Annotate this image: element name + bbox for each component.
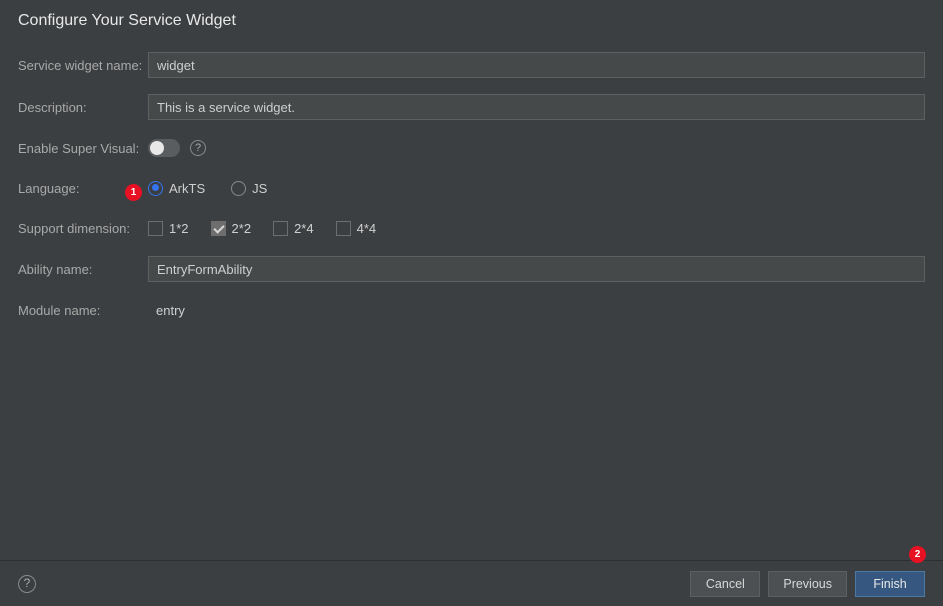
language-radio-group: ArkTS JS bbox=[148, 181, 267, 196]
checkbox-icon bbox=[148, 221, 163, 236]
checkbox-icon bbox=[336, 221, 351, 236]
callout-badge-1: 1 bbox=[125, 184, 142, 201]
checkbox-label: 4*4 bbox=[357, 221, 377, 236]
checkbox-label: 2*4 bbox=[294, 221, 314, 236]
description-label: Description: bbox=[18, 100, 148, 115]
cancel-button[interactable]: Cancel bbox=[690, 571, 760, 597]
support-dimension-label: Support dimension: bbox=[18, 221, 148, 236]
checkbox-icon bbox=[211, 221, 226, 236]
ability-name-input[interactable] bbox=[148, 256, 925, 282]
toggle-knob bbox=[150, 141, 164, 155]
help-icon[interactable]: ? bbox=[190, 140, 206, 156]
checkbox-icon bbox=[273, 221, 288, 236]
radio-icon bbox=[148, 181, 163, 196]
previous-button[interactable]: Previous bbox=[768, 571, 847, 597]
description-input[interactable] bbox=[148, 94, 925, 120]
finish-button-label: Finish bbox=[873, 577, 906, 591]
dimension-checkbox-group: 1*2 2*2 2*4 4*4 bbox=[148, 221, 376, 236]
dimension-option-2x2[interactable]: 2*2 bbox=[211, 221, 252, 236]
radio-icon bbox=[231, 181, 246, 196]
enable-super-visual-label: Enable Super Visual: bbox=[18, 141, 148, 156]
enable-super-visual-toggle[interactable] bbox=[148, 139, 180, 157]
radio-label: JS bbox=[252, 181, 267, 196]
checkbox-label: 1*2 bbox=[169, 221, 189, 236]
language-option-arkts[interactable]: ArkTS bbox=[148, 181, 205, 196]
widget-name-input[interactable] bbox=[148, 52, 925, 78]
checkbox-label: 2*2 bbox=[232, 221, 252, 236]
widget-name-label: Service widget name: bbox=[18, 58, 148, 73]
dimension-option-2x4[interactable]: 2*4 bbox=[273, 221, 314, 236]
radio-label: ArkTS bbox=[169, 181, 205, 196]
dialog-footer: ? Cancel Previous Finish 2 bbox=[0, 560, 943, 606]
module-name-value: entry bbox=[148, 303, 185, 318]
module-name-label: Module name: bbox=[18, 303, 148, 318]
footer-help-icon[interactable]: ? bbox=[18, 575, 36, 593]
callout-badge-2: 2 bbox=[909, 546, 926, 563]
finish-button[interactable]: Finish 2 bbox=[855, 571, 925, 597]
dimension-option-1x2[interactable]: 1*2 bbox=[148, 221, 189, 236]
ability-name-label: Ability name: bbox=[18, 262, 148, 277]
page-title: Configure Your Service Widget bbox=[18, 12, 925, 30]
language-option-js[interactable]: JS bbox=[231, 181, 267, 196]
dimension-option-4x4[interactable]: 4*4 bbox=[336, 221, 377, 236]
